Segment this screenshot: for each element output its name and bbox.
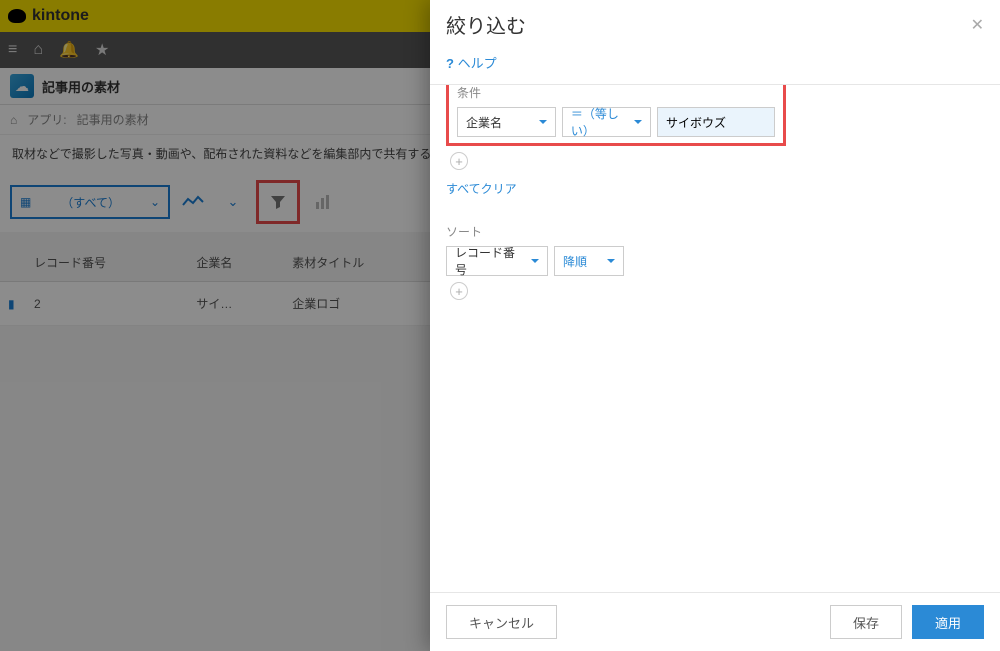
sort-direction-select[interactable]: 降順	[554, 246, 624, 276]
breadcrumb-app[interactable]: 記事用の素材	[77, 111, 149, 128]
menu-icon[interactable]: ≡	[8, 41, 17, 59]
col-company[interactable]: 企業名	[188, 244, 284, 282]
chevron-down-icon[interactable]: ⌄	[216, 185, 250, 219]
brand: kintone	[8, 7, 89, 25]
condition-label: 条件	[457, 85, 775, 101]
sort-row: レコード番号 降順	[446, 246, 984, 276]
col-record-no[interactable]: レコード番号	[26, 244, 188, 282]
condition-field-value: 企業名	[466, 114, 502, 131]
condition-field-select[interactable]: 企業名	[457, 107, 556, 137]
condition-operator-value: ＝（等しい）	[571, 105, 624, 139]
sort-field-value: レコード番号	[455, 244, 521, 278]
chart-icon[interactable]	[306, 185, 340, 219]
breadcrumb-prefix: アプリ:	[27, 111, 66, 128]
star-icon[interactable]: ★	[95, 40, 109, 60]
cell-record-no: 2	[26, 282, 188, 326]
help-row: ヘルプ	[430, 47, 1000, 85]
condition-row: 企業名 ＝（等しい）	[457, 107, 775, 137]
app-icon: ☁	[10, 74, 34, 98]
cell-title: 企業ロゴ	[284, 282, 446, 326]
cancel-button[interactable]: キャンセル	[446, 605, 557, 639]
brand-icon	[8, 9, 26, 23]
cell-company: サイ…	[188, 282, 284, 326]
modal-footer: キャンセル 保存 適用	[430, 592, 1000, 651]
modal-title: 絞り込む	[446, 10, 526, 39]
filter-modal: 絞り込む ✕ ヘルプ 条件 企業名 ＝（等しい） + すべてクリア ソート	[430, 0, 1000, 651]
bell-icon[interactable]: 🔔	[59, 40, 79, 60]
condition-highlight-box: 条件 企業名 ＝（等しい）	[446, 85, 786, 146]
modal-header: 絞り込む ✕	[430, 0, 1000, 47]
sort-section: ソート レコード番号 降順 +	[446, 223, 984, 300]
sort-field-select[interactable]: レコード番号	[446, 246, 548, 276]
view-selector[interactable]: ▦ （すべて） ⌄	[10, 185, 170, 219]
save-button[interactable]: 保存	[830, 605, 902, 639]
breadcrumb-home-icon[interactable]: ⌂	[10, 113, 17, 127]
chevron-down-icon: ⌄	[150, 195, 160, 209]
clear-all-link[interactable]: すべてクリア	[446, 180, 517, 197]
col-title[interactable]: 素材タイトル	[284, 244, 446, 282]
sort-label: ソート	[446, 223, 984, 240]
condition-operator-select[interactable]: ＝（等しい）	[562, 107, 651, 137]
condition-value-input[interactable]	[657, 107, 775, 137]
add-sort-button[interactable]: +	[450, 282, 468, 300]
help-link[interactable]: ヘルプ	[446, 56, 497, 71]
close-icon[interactable]: ✕	[971, 15, 984, 35]
table-view-icon: ▦	[20, 195, 31, 209]
modal-body: 条件 企業名 ＝（等しい） + すべてクリア ソート レコード番号	[430, 85, 1000, 592]
apply-button[interactable]: 適用	[912, 605, 984, 639]
graph-icon[interactable]	[176, 185, 210, 219]
view-label: （すべて）	[61, 194, 120, 211]
filter-button-highlight	[256, 180, 300, 224]
sort-direction-value: 降順	[563, 253, 587, 270]
brand-text: kintone	[32, 7, 89, 25]
detail-icon[interactable]: ▮	[8, 297, 15, 311]
home-icon[interactable]: ⌂	[33, 41, 43, 59]
filter-button[interactable]	[261, 185, 295, 219]
app-title: 記事用の素材	[42, 77, 120, 96]
